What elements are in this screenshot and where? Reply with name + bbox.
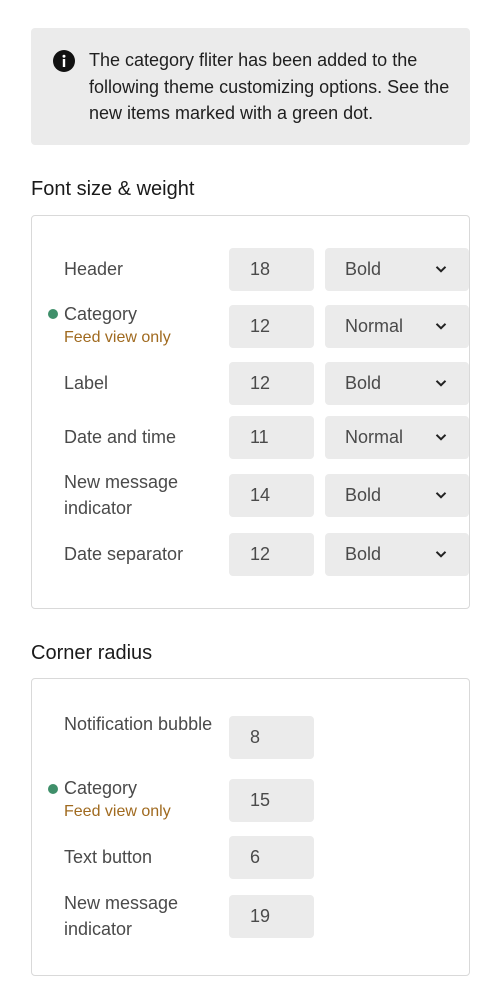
font-row-header-label: Header: [64, 259, 124, 279]
radius-row-text-button-label: Text button: [64, 847, 153, 867]
font-weight-select-new-message[interactable]: Bold: [325, 474, 469, 517]
font-size-input-label[interactable]: 12: [229, 362, 314, 405]
font-row-new-message-label: New message indicator: [64, 472, 179, 518]
select-value: Bold: [345, 485, 382, 505]
chevron-down-icon: [435, 551, 447, 558]
chevron-down-icon: [435, 434, 447, 441]
font-weight-select-header[interactable]: Bold: [325, 248, 469, 291]
radius-input-new-message[interactable]: 19: [229, 895, 314, 938]
font-row-date-time-label: Date and time: [64, 427, 177, 447]
radius-row-new-message-label: New message indicator: [64, 893, 179, 939]
radius-input-notification[interactable]: 8: [229, 716, 314, 759]
font-weight-select-category[interactable]: Normal: [325, 305, 469, 348]
font-row-date-separator-label: Date separator: [64, 544, 184, 564]
select-value: Normal: [345, 316, 404, 336]
font-size-input-category[interactable]: 12: [229, 305, 314, 348]
radius-row-category-label: Category Feed view only: [64, 775, 171, 823]
new-item-dot: [48, 784, 58, 794]
font-size-input-header[interactable]: 18: [229, 248, 314, 291]
radius-input-text-button[interactable]: 6: [229, 836, 314, 879]
select-value: Bold: [345, 544, 382, 564]
info-icon: [53, 50, 75, 72]
font-row-label-label: Label: [64, 373, 109, 393]
radius-input-category[interactable]: 15: [229, 779, 314, 822]
font-size-input-date-separator[interactable]: 12: [229, 533, 314, 576]
font-weight-select-date-separator[interactable]: Bold: [325, 533, 469, 576]
radius-row-notification-label: Notification bubble: [64, 714, 213, 734]
select-value: Bold: [345, 259, 382, 279]
chevron-down-icon: [435, 380, 447, 387]
notice-text: The category fliter has been added to th…: [89, 50, 450, 123]
feed-view-only-note: Feed view only: [64, 803, 171, 820]
font-section-title: Font size & weight: [31, 178, 195, 200]
font-weight-select-date-time[interactable]: Normal: [325, 416, 469, 459]
radius-section-title: Corner radius: [31, 642, 153, 664]
select-value: Bold: [345, 373, 382, 393]
new-item-dot: [48, 309, 58, 319]
chevron-down-icon: [435, 323, 447, 330]
feed-view-only-note: Feed view only: [64, 329, 171, 346]
font-weight-select-label[interactable]: Bold: [325, 362, 469, 405]
select-value: Normal: [345, 427, 404, 447]
chevron-down-icon: [435, 492, 447, 499]
font-size-input-new-message[interactable]: 14: [229, 474, 314, 517]
chevron-down-icon: [435, 266, 447, 273]
font-row-category-label: Category Feed view only: [64, 301, 171, 349]
font-size-input-date-time[interactable]: 11: [229, 416, 314, 459]
